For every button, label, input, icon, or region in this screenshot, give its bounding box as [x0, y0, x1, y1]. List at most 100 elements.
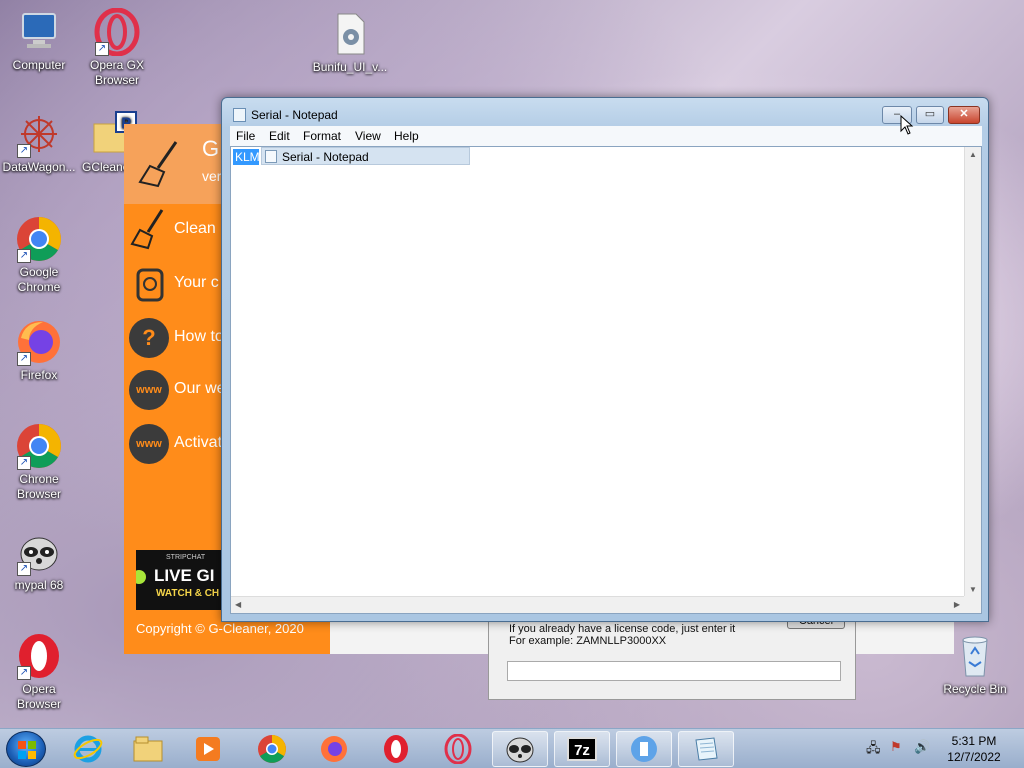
desktop-icon-opera[interactable]: ↗ Opera Browser — [0, 632, 78, 712]
ie-icon — [73, 735, 103, 763]
horizontal-scrollbar[interactable]: ◀ ▶ — [231, 596, 964, 613]
action-center-flag-icon[interactable]: ⚑ — [890, 739, 902, 755]
desktop-icon-label: Bunifu_UI_v... — [312, 60, 388, 74]
desktop-icon-gcleaner-folder[interactable]: P GCleane — [70, 110, 137, 175]
gcleaner-version: ver — [202, 168, 222, 184]
desktop-icon-label: Opera Browser — [16, 682, 61, 711]
menu-view[interactable]: View — [355, 129, 381, 143]
desktop-icon-label: DataWagon... — [2, 160, 76, 174]
gcleaner-copyright: Copyright © G-Cleaner, 2020 — [136, 621, 304, 636]
desktop-icon-computer[interactable]: Computer — [0, 8, 78, 73]
close-button[interactable]: ✕ — [948, 106, 980, 124]
maximize-button[interactable]: ▭ — [916, 106, 944, 124]
taskbar-ie[interactable] — [60, 731, 116, 767]
taskbar-chrome[interactable] — [244, 731, 300, 767]
mouse-cursor-icon — [900, 114, 914, 140]
vertical-scrollbar[interactable]: ▲ ▼ — [964, 147, 981, 597]
menu-format[interactable]: Format — [303, 129, 341, 143]
chrome-icon: ↗ — [15, 215, 63, 263]
broom-icon — [130, 208, 170, 257]
www-icon: www — [129, 370, 169, 410]
desktop-icon-label: Firefox — [20, 368, 58, 382]
desktop-icon-label: GCleane — [82, 160, 130, 174]
chrome-icon — [258, 735, 286, 763]
shortcut-arrow-icon: ↗ — [17, 249, 31, 263]
desktop-icon-opera-gx[interactable]: ↗ Opera GX Browser — [78, 7, 156, 88]
desktop-icon-bunifu[interactable]: Bunifu_UI_v... — [311, 10, 389, 75]
notepad-icon — [233, 108, 246, 122]
recycle-bin-icon — [951, 632, 999, 680]
firefox-icon — [321, 736, 347, 762]
shortcut-arrow-icon: ↗ — [17, 562, 31, 576]
desktop-icon-label: mypal 68 — [14, 578, 64, 592]
taskbar-opera-gx[interactable] — [430, 731, 486, 767]
ad-brand: STRIPCHAT — [166, 554, 206, 561]
network-icon[interactable]: 🖧 — [866, 739, 881, 761]
ad-line2: WATCH & CH — [156, 588, 220, 599]
desktop-icon-chrone-browser[interactable]: ↗ Chrone Browser — [0, 422, 78, 502]
menu-help[interactable]: Help — [394, 129, 419, 143]
volume-icon[interactable]: 🔊 — [914, 739, 930, 755]
desktop-icon-firefox[interactable]: ↗ Firefox — [0, 318, 78, 383]
gcleaner-menu-label: Activat — [174, 434, 223, 451]
explorer-icon — [133, 736, 163, 762]
start-button[interactable] — [6, 731, 46, 767]
shortcut-arrow-icon: ↗ — [17, 352, 31, 366]
clock[interactable]: 5:31 PM 12/7/2022 — [940, 733, 1008, 765]
notepad-window: Serial - Notepad – ▭ ✕ File Edit Format … — [221, 97, 989, 622]
shortcut-arrow-icon: ↗ — [17, 144, 31, 158]
selected-text: KLMI — [233, 149, 259, 165]
opera-icon — [384, 735, 408, 763]
taskbar-tooltip: Serial - Notepad — [261, 147, 470, 165]
desktop-icon-label: Chrone Browser — [16, 472, 61, 501]
menu-file[interactable]: File — [236, 129, 255, 143]
taskbar-mypal[interactable] — [492, 731, 548, 767]
desktop-icon-datawagon[interactable]: ↗ DataWagon... — [0, 110, 78, 175]
desktop-icon-mypal[interactable]: ↗ mypal 68 — [0, 528, 78, 593]
scroll-down-icon[interactable]: ▼ — [969, 585, 977, 594]
taskbar: 7z 🖧 ⚑ 🔊 5:31 PM 12/7/2022 — [0, 728, 1024, 768]
broom-icon — [136, 138, 188, 195]
license-line1: If you already have a license code, just… — [509, 623, 736, 635]
raccoon-icon: ↗ — [15, 528, 63, 576]
taskbar-media-player[interactable] — [180, 731, 236, 767]
desktop-icon-label: Computer — [12, 58, 66, 72]
license-code-input[interactable] — [507, 661, 841, 681]
gcleaner-title: G — [202, 136, 220, 161]
taskbar-7zip[interactable]: 7z — [554, 731, 610, 767]
desktop-icon-label: Google Chrome — [17, 265, 61, 294]
notepad-icon — [265, 150, 277, 163]
gcleaner-menu-label: Clean — [174, 220, 216, 237]
taskbar-opera[interactable] — [368, 731, 424, 767]
shortcut-arrow-icon: ↗ — [95, 42, 109, 56]
window-title: Serial - Notepad — [251, 108, 338, 122]
file-gear-icon — [326, 10, 374, 58]
opera-gx-icon: ↗ — [93, 7, 141, 57]
ad-dot-icon — [136, 570, 146, 584]
chrome-icon: ↗ — [15, 422, 63, 470]
www-icon: www — [129, 424, 169, 464]
shortcut-arrow-icon: ↗ — [17, 666, 31, 680]
taskbar-gcleaner[interactable] — [616, 731, 672, 767]
taskbar-firefox[interactable] — [306, 731, 362, 767]
windows-logo-icon — [18, 741, 36, 759]
menu-edit[interactable]: Edit — [269, 129, 290, 143]
text-editor-area[interactable]: KLMI Serial - Notepad ▲ ▼ ◀ ▶ — [230, 146, 982, 614]
shortcut-arrow-icon: ↗ — [17, 456, 31, 470]
datawagon-icon: ↗ — [15, 110, 63, 158]
scroll-left-icon[interactable]: ◀ — [235, 600, 241, 609]
clock-date: 12/7/2022 — [947, 750, 1001, 764]
desktop-icon-google-chrome[interactable]: ↗ Google Chrome — [0, 215, 78, 295]
tooltip-text: Serial - Notepad — [282, 150, 369, 164]
7zip-icon: 7z — [567, 737, 597, 761]
scroll-up-icon[interactable]: ▲ — [969, 150, 977, 159]
taskbar-explorer[interactable] — [120, 731, 176, 767]
gcleaner-icon — [631, 736, 657, 762]
scroll-right-icon[interactable]: ▶ — [954, 600, 960, 609]
media-player-icon — [196, 737, 220, 761]
gcleaner-menu-label: Your c — [174, 274, 219, 291]
taskbar-notepad[interactable] — [678, 731, 734, 767]
resize-grip-icon[interactable] — [964, 596, 981, 613]
opera-icon: ↗ — [15, 632, 63, 680]
mypal-icon — [506, 737, 534, 763]
